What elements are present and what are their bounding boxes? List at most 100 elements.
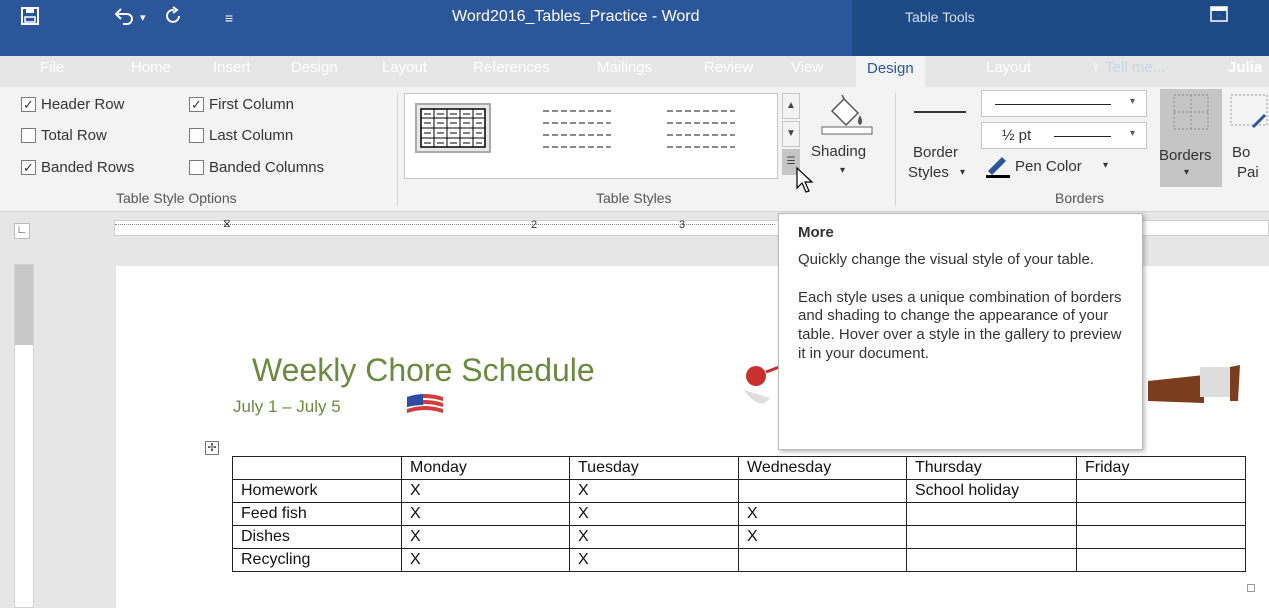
table-move-handle-icon[interactable]: ✢ [205, 441, 219, 455]
last-column-label: Last Column [209, 127, 294, 144]
tab-selector-icon[interactable]: ∟ [14, 223, 30, 239]
table-cell[interactable]: Tuesday [569, 456, 739, 480]
last-column-checkbox[interactable]: Last Column [189, 127, 293, 144]
gallery-scroll-up-icon[interactable]: ▲ [782, 93, 800, 119]
table-cell[interactable]: X [738, 502, 907, 526]
border-styles-dropdown-icon[interactable]: ▾ [960, 167, 965, 178]
gallery-scroll-down-icon[interactable]: ▼ [782, 121, 800, 147]
table-cell[interactable] [906, 548, 1077, 572]
vertical-ruler[interactable] [14, 264, 34, 608]
chore-table[interactable]: Monday Tuesday Wednesday Thursday Friday Home… [232, 456, 1246, 572]
table-cell[interactable] [906, 525, 1077, 549]
pen-color-label[interactable]: Pen Color [1015, 158, 1082, 175]
table-cell[interactable]: X [569, 548, 739, 572]
table-resize-handle-icon[interactable] [1247, 584, 1255, 592]
table-cell[interactable] [738, 479, 907, 503]
undo-dropdown-icon[interactable]: ▾ [140, 6, 146, 30]
group-label-table-style-options: Table Style Options [116, 190, 237, 206]
table-cell[interactable] [738, 548, 907, 572]
table-cell[interactable]: X [569, 479, 739, 503]
ribbon-display-options-icon[interactable] [1207, 6, 1231, 28]
first-column-label: First Column [209, 96, 295, 113]
table-cell[interactable]: X [401, 548, 570, 572]
table-cell[interactable]: Thursday [906, 456, 1077, 480]
shading-dropdown-icon[interactable]: ▾ [840, 165, 845, 176]
checkbox-unchecked-icon [189, 128, 204, 143]
table-cell[interactable]: Recycling [232, 548, 402, 572]
tab-home[interactable]: Home [131, 58, 171, 78]
table-cell[interactable]: X [738, 525, 907, 549]
borders-button[interactable]: Borders ▾ [1159, 89, 1222, 187]
save-icon[interactable] [20, 6, 40, 32]
chevron-down-icon: ▾ [1130, 96, 1136, 107]
table-cell[interactable] [906, 502, 1077, 526]
table-cell[interactable]: Wednesday [738, 456, 907, 480]
ruler-mark-3: 3 [679, 219, 686, 231]
borders-dropdown-icon: ▾ [1184, 167, 1190, 178]
pen-color-icon[interactable] [984, 155, 1012, 179]
border-styles-label-1[interactable]: Border [913, 144, 958, 161]
line-weight-dropdown[interactable]: ½ pt ▾ [981, 122, 1147, 149]
tab-review[interactable]: Review [704, 58, 753, 78]
banded-rows-checkbox[interactable]: ✓ Banded Rows [21, 159, 134, 176]
table-cell[interactable]: Feed fish [232, 502, 402, 526]
banded-columns-label: Banded Columns [209, 159, 325, 176]
header-row-checkbox[interactable]: ✓ Header Row [21, 96, 124, 113]
table-cell[interactable]: Friday [1076, 456, 1246, 480]
tab-view[interactable]: View [791, 58, 823, 78]
table-cell[interactable] [232, 456, 402, 480]
border-painter-label-2[interactable]: Pai [1237, 164, 1259, 181]
indent-marker-icon[interactable]: ⧖ [223, 218, 231, 231]
table-cell[interactable]: X [569, 502, 739, 526]
table-style-plain-thumb[interactable] [539, 103, 615, 153]
border-painter-label-1[interactable]: Bo [1232, 144, 1250, 161]
pen-color-dropdown-icon[interactable]: ▾ [1103, 160, 1108, 171]
table-cell[interactable]: Homework [232, 479, 402, 503]
border-styles-label-2[interactable]: Styles [908, 164, 949, 181]
tooltip-title: More [798, 224, 834, 241]
table-cell[interactable]: X [401, 525, 570, 549]
tab-layout[interactable]: Layout [382, 58, 427, 78]
tell-me-search[interactable]: ♀ Tell me... [1090, 58, 1165, 78]
tab-table-layout[interactable]: Layout [986, 58, 1031, 78]
tab-design[interactable]: Design [291, 58, 338, 78]
line-style-dropdown[interactable]: ▾ [981, 90, 1147, 117]
tab-mailings[interactable]: Mailings [597, 58, 652, 78]
table-cell[interactable]: X [401, 502, 570, 526]
banded-columns-checkbox[interactable]: Banded Columns [189, 159, 324, 176]
shading-label[interactable]: Shading [811, 143, 866, 160]
table-cell[interactable]: X [569, 525, 739, 549]
first-column-checkbox[interactable]: ✓ First Column [189, 96, 294, 113]
document-subheading[interactable]: July 1 – July 5 [233, 397, 341, 417]
table-cell[interactable]: School holiday [906, 479, 1077, 503]
border-painter-icon[interactable] [1229, 93, 1269, 133]
user-name[interactable]: Julia [1228, 58, 1262, 78]
tab-insert[interactable]: Insert [213, 58, 251, 78]
tell-me-label: Tell me... [1105, 59, 1166, 76]
document-heading[interactable]: Weekly Chore Schedule [252, 352, 595, 389]
redo-icon[interactable] [164, 6, 184, 32]
table-cell[interactable] [1076, 548, 1246, 572]
group-separator [895, 93, 896, 206]
tab-table-design[interactable]: Design [856, 56, 925, 87]
vertical-ruler-margin [15, 265, 33, 345]
table-cell[interactable] [1076, 502, 1246, 526]
table-row: Recycling X X [232, 548, 1246, 572]
tab-file[interactable]: File [40, 58, 64, 78]
table-cell[interactable] [1076, 479, 1246, 503]
tab-references[interactable]: References [473, 58, 550, 78]
checkbox-unchecked-icon [21, 128, 36, 143]
total-row-checkbox[interactable]: Total Row [21, 127, 107, 144]
table-style-light-thumb[interactable] [663, 103, 739, 153]
table-cell[interactable]: Monday [401, 456, 570, 480]
border-styles-line-icon[interactable] [914, 111, 966, 113]
table-cell[interactable]: Dishes [232, 525, 402, 549]
header-row-label: Header Row [41, 96, 125, 113]
table-cell[interactable] [1076, 525, 1246, 549]
table-style-grid-thumb[interactable] [415, 103, 491, 153]
undo-icon[interactable] [113, 6, 135, 32]
table-cell[interactable]: X [401, 479, 570, 503]
paint-bucket-icon[interactable] [818, 93, 876, 135]
table-styles-gallery[interactable] [404, 93, 778, 179]
customize-qat-icon[interactable]: ≡ [225, 6, 233, 30]
